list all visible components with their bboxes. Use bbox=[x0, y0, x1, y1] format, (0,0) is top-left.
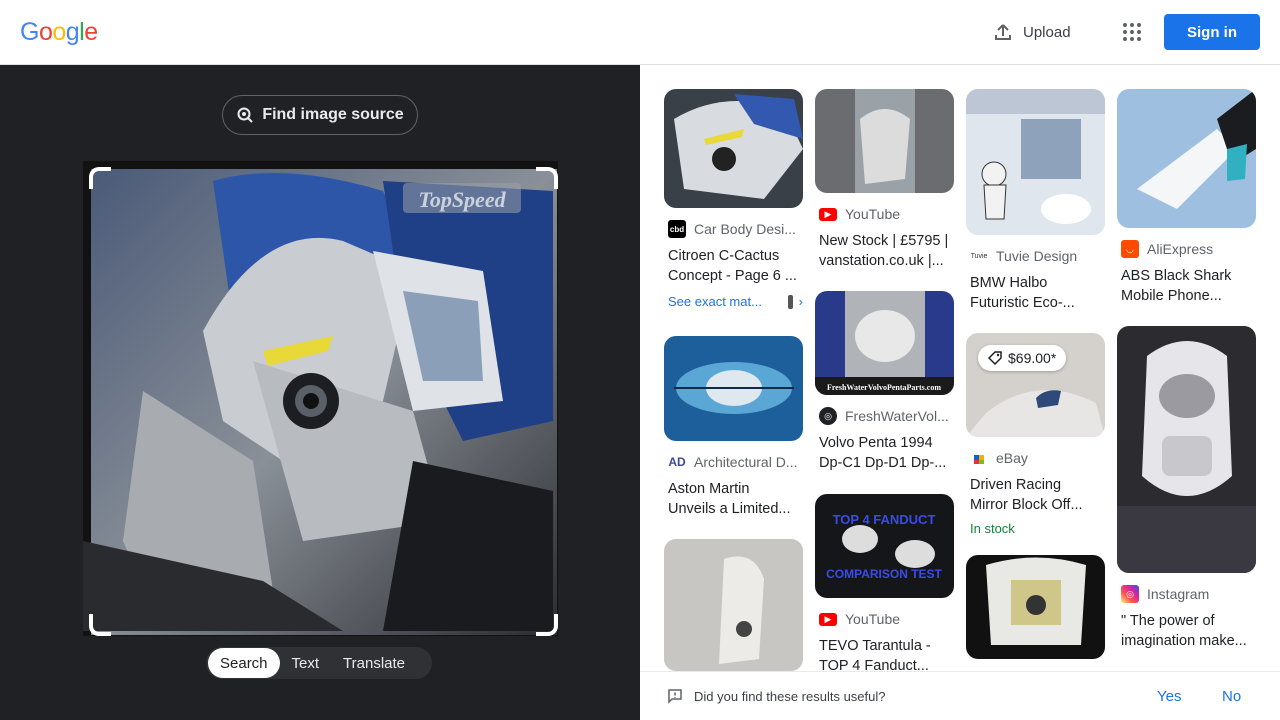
image-watermark: TopSpeed bbox=[418, 187, 506, 212]
result-card[interactable]: Tuvie Tuvie Design BMW Halbo Futuristic E… bbox=[966, 89, 1105, 313]
find-image-source-label: Find image source bbox=[262, 106, 404, 123]
result-thumbnail[interactable] bbox=[966, 555, 1105, 659]
result-card[interactable]: AD Architectural D... Aston Martin Unveil… bbox=[664, 336, 803, 519]
thumb-title: TOP 4 FANDUCT bbox=[833, 512, 936, 527]
upload-button[interactable]: Upload bbox=[993, 20, 1071, 44]
result-card[interactable]: cbd Car Body Desi... Citroen C-Cactus Con… bbox=[664, 89, 803, 309]
header: Google Upload Sign in bbox=[0, 0, 1280, 65]
sign-in-button[interactable]: Sign in bbox=[1164, 14, 1260, 50]
result-card[interactable]: TOP 4 FANDUCT COMPARISON TEST ▶ YouTube T… bbox=[815, 494, 954, 676]
mode-text[interactable]: Text bbox=[280, 648, 332, 678]
google-logo[interactable]: Google bbox=[20, 18, 98, 47]
favicon-icon: Tuvie bbox=[970, 247, 988, 265]
feedback-question: Did you find these results useful? bbox=[694, 689, 886, 704]
result-card[interactable]: $69.00* eBay Driven Racing Mirror Block O… bbox=[966, 333, 1105, 536]
lens-mode-switch: Search Text Translate bbox=[206, 647, 432, 679]
thumb-subtitle: COMPARISON TEST bbox=[826, 567, 942, 581]
see-exact-matches-link[interactable]: See exact mat... › bbox=[668, 294, 803, 309]
result-thumbnail[interactable]: TOP 4 FANDUCT COMPARISON TEST bbox=[815, 494, 954, 598]
query-image[interactable]: TopSpeed bbox=[83, 161, 558, 636]
result-title[interactable]: New Stock | £5795 | vanstation.co.uk |... bbox=[819, 231, 951, 271]
result-title[interactable]: Aston Martin Unveils a Limited... bbox=[668, 479, 800, 519]
result-title[interactable]: " The power of imagination make... bbox=[1121, 611, 1253, 651]
result-source: Tuvie Tuvie Design bbox=[970, 247, 1078, 265]
result-thumbnail[interactable] bbox=[815, 89, 954, 193]
result-source: ▶ YouTube bbox=[819, 610, 954, 628]
upload-label: Upload bbox=[1023, 23, 1071, 41]
result-thumbnail[interactable] bbox=[664, 336, 803, 441]
result-thumbnail[interactable] bbox=[1117, 89, 1256, 228]
crop-corner-handle[interactable] bbox=[89, 614, 111, 636]
aliexpress-icon: ◡ bbox=[1121, 240, 1139, 258]
result-card[interactable]: ▶ YouTube New Stock | £5795 | vanstation.… bbox=[815, 89, 954, 271]
chevron-right-icon: › bbox=[798, 294, 803, 309]
youtube-icon: ▶ bbox=[819, 612, 837, 626]
lens-search-icon bbox=[237, 107, 254, 123]
apps-grid-icon[interactable] bbox=[1120, 20, 1144, 44]
result-card[interactable] bbox=[664, 539, 803, 671]
youtube-icon: ▶ bbox=[819, 207, 837, 221]
result-source: ◡ AliExpress bbox=[1121, 240, 1256, 258]
result-title[interactable]: Driven Racing Mirror Block Off... bbox=[970, 475, 1102, 515]
result-card[interactable]: ◡ AliExpress ABS Black Shark Mobile Phone… bbox=[1117, 89, 1256, 306]
result-source: ◎ FreshWaterVol... bbox=[819, 407, 954, 425]
price-tag-icon bbox=[988, 351, 1002, 365]
visual-matches-panel: cbd Car Body Desi... Citroen C-Cactus Con… bbox=[640, 65, 1280, 720]
find-image-source-button[interactable]: Find image source bbox=[222, 95, 418, 135]
result-title[interactable]: ABS Black Shark Mobile Phone... bbox=[1121, 266, 1253, 306]
instagram-icon: ◎ bbox=[1121, 585, 1139, 603]
result-thumbnail[interactable] bbox=[664, 89, 803, 208]
result-source: ◎ Instagram bbox=[1121, 585, 1256, 603]
feedback-yes-button[interactable]: Yes bbox=[1157, 688, 1181, 705]
result-card[interactable]: ◎ Instagram " The power of imagination ma… bbox=[1117, 326, 1256, 651]
result-thumbnail[interactable]: FreshWaterVolvoPentaParts.com bbox=[815, 291, 954, 395]
feedback-icon bbox=[668, 689, 682, 704]
result-title[interactable]: BMW Halbo Futuristic Eco-... bbox=[970, 273, 1102, 313]
price-badge: $69.00* bbox=[978, 345, 1067, 371]
lens-image-panel: Find image source TopSpeed Search Text T… bbox=[0, 65, 640, 720]
result-thumbnail[interactable]: $69.00* bbox=[966, 333, 1105, 437]
result-source: eBay bbox=[970, 449, 1105, 467]
feedback-bar: Did you find these results useful? Yes N… bbox=[640, 671, 1280, 720]
result-source: ▶ YouTube bbox=[819, 205, 954, 223]
result-title[interactable]: TEVO Tarantula - TOP 4 Fanduct... bbox=[819, 636, 951, 676]
favicon-icon: ◎ bbox=[819, 407, 837, 425]
result-card[interactable]: FreshWaterVolvoPentaParts.com ◎ FreshWat… bbox=[815, 291, 954, 473]
crop-corner-handle[interactable] bbox=[536, 614, 558, 636]
crop-corner-handle[interactable] bbox=[89, 167, 111, 189]
mode-search[interactable]: Search bbox=[208, 648, 280, 678]
feedback-no-button[interactable]: No bbox=[1222, 688, 1241, 705]
stock-status: In stock bbox=[970, 521, 1015, 536]
mode-translate[interactable]: Translate bbox=[331, 648, 417, 678]
favicon-icon: cbd bbox=[668, 220, 686, 238]
upload-icon bbox=[995, 24, 1011, 40]
result-card[interactable] bbox=[966, 555, 1105, 659]
result-thumbnail[interactable] bbox=[966, 89, 1105, 235]
result-title[interactable]: Citroen C-Cactus Concept - Page 6 ... bbox=[668, 246, 800, 286]
result-thumbnail[interactable] bbox=[664, 539, 803, 671]
ebay-icon bbox=[970, 449, 988, 467]
result-source: AD Architectural D... bbox=[668, 453, 798, 471]
result-title[interactable]: Volvo Penta 1994 Dp-C1 Dp-D1 Dp-... bbox=[819, 433, 951, 473]
exact-match-thumb-icon bbox=[787, 294, 793, 309]
favicon-icon: AD bbox=[668, 453, 686, 471]
result-thumbnail[interactable] bbox=[1117, 326, 1256, 573]
crop-corner-handle[interactable] bbox=[536, 167, 558, 189]
thumb-caption: FreshWaterVolvoPentaParts.com bbox=[827, 383, 941, 392]
result-source: cbd Car Body Desi... bbox=[668, 220, 796, 238]
